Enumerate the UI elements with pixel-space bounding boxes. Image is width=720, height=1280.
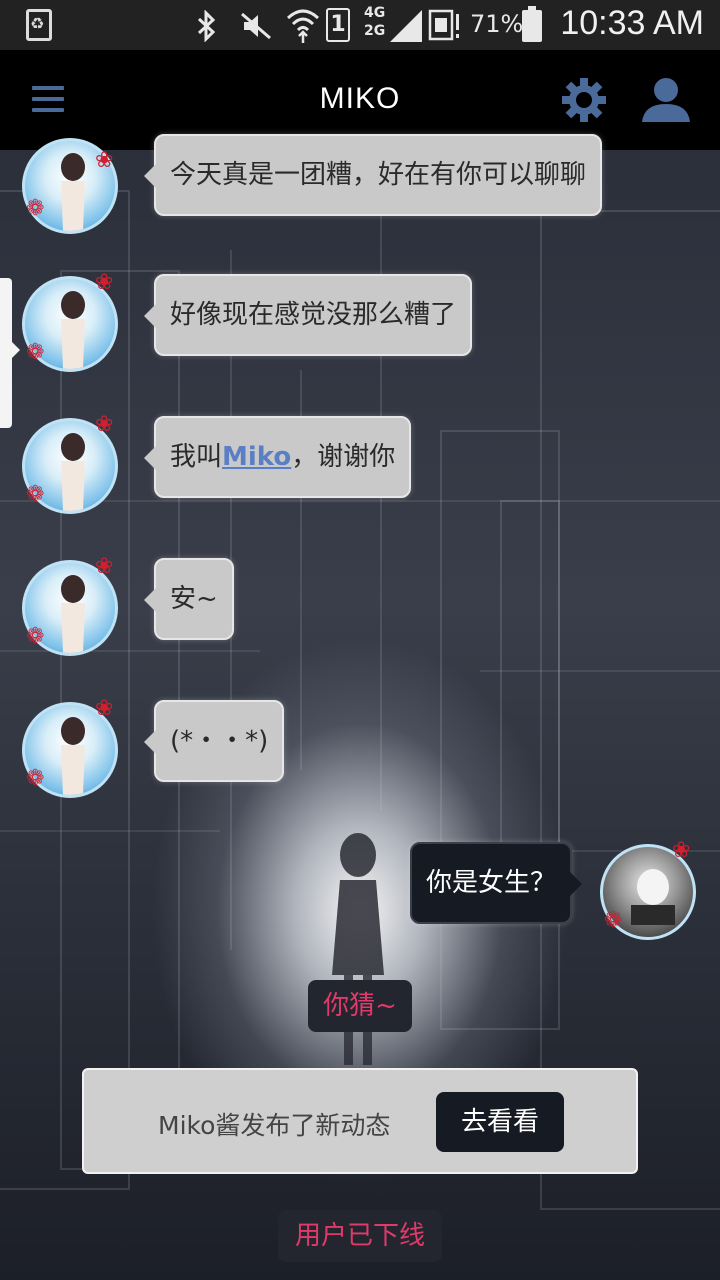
user-icon[interactable] <box>640 76 692 124</box>
side-drawer-handle[interactable] <box>0 278 20 428</box>
strawberry-decoration-icon: ❁ <box>26 196 45 221</box>
strawberry-decoration-icon: ❁ <box>26 766 45 791</box>
wifi-icon <box>286 9 320 43</box>
battery-icon <box>522 6 542 42</box>
cake-decoration-icon: ❀ <box>95 554 114 579</box>
sim-1-icon: 1 <box>326 8 350 42</box>
girl-silhouette <box>332 833 384 1065</box>
strawberry-decoration-icon: ❁ <box>26 340 45 365</box>
building <box>540 210 720 1210</box>
cake-decoration-icon: ❀ <box>95 412 114 437</box>
status-bar: 1 4G 2G 71% 10:33 AM <box>0 0 720 50</box>
gear-icon[interactable] <box>560 76 608 124</box>
mute-icon <box>241 12 271 40</box>
message-bubble: 我叫Miko，谢谢你 <box>143 416 412 498</box>
miko-link[interactable]: Miko <box>222 442 291 472</box>
strawberry-decoration-icon: ❁ <box>26 624 45 649</box>
recycle-icon <box>26 9 52 41</box>
cake-decoration-icon: ❀ <box>95 270 114 295</box>
battery-percent: 71% <box>470 10 524 38</box>
cake-decoration-icon: ❀ <box>672 838 691 863</box>
bluetooth-icon <box>197 10 216 42</box>
strawberry-decoration-icon: ❁ <box>604 908 623 933</box>
message-bubble: 安~ <box>144 558 234 640</box>
notice-text: Miko酱发布了新动态 <box>158 1111 391 1140</box>
message-bubble: 好像现在感觉没那么糟了 <box>143 274 473 356</box>
cake-decoration-icon: ❀ <box>95 696 114 721</box>
message-bubble: (*・・*) <box>143 700 285 782</box>
strawberry-decoration-icon: ❁ <box>26 482 45 507</box>
my-message-bubble: 你是女生？ <box>410 842 583 924</box>
offline-status: 用户已下线 <box>278 1210 442 1262</box>
sim-card-icon <box>428 9 459 41</box>
system-message: 你猜~ <box>308 980 412 1032</box>
clock: 10:33 AM <box>560 4 704 42</box>
message-text: ，谢谢你 <box>291 442 396 472</box>
notice-card: Miko酱发布了新动态 去看看 <box>82 1068 638 1174</box>
page-title: MIKO <box>319 82 401 115</box>
view-button[interactable]: 去看看 <box>436 1092 564 1152</box>
signal-icon <box>390 10 422 42</box>
cake-decoration-icon: ❀ <box>95 148 114 173</box>
building <box>500 500 560 860</box>
message-bubble: 今天真是一团糟，好在有你可以聊聊 <box>143 134 603 216</box>
message-text: 我叫 <box>170 442 223 472</box>
network-type-label: 4G 2G <box>364 5 386 39</box>
